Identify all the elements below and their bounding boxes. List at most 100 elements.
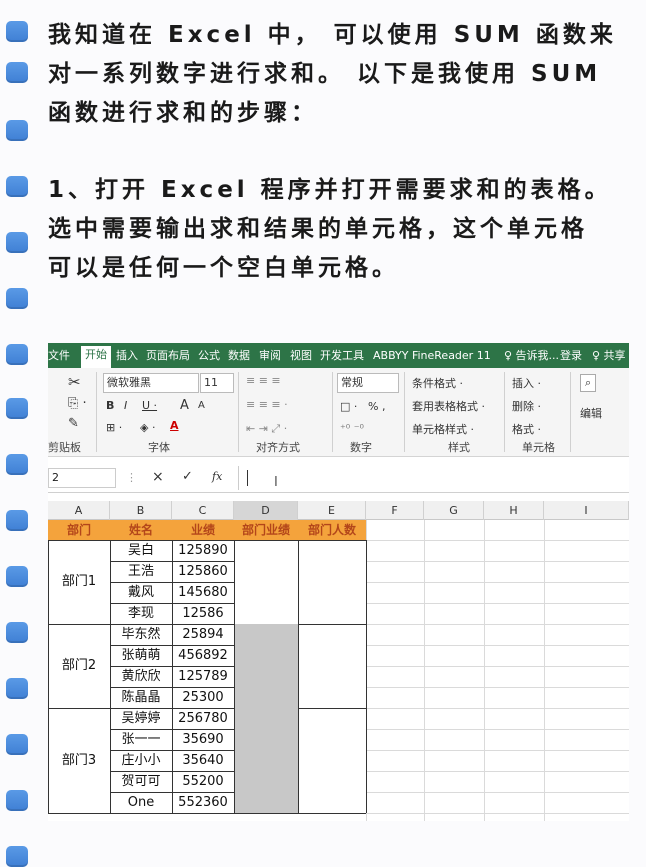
- score-cell[interactable]: 35690: [172, 729, 234, 750]
- name-box[interactable]: 2: [48, 468, 116, 488]
- cut-icon[interactable]: ✂: [68, 373, 81, 391]
- italic-button[interactable]: I: [124, 399, 127, 412]
- tab-developer[interactable]: 开发工具: [320, 347, 364, 365]
- delete-cells-button[interactable]: 删除 ·: [512, 398, 541, 414]
- login-link[interactable]: 登录: [560, 347, 582, 365]
- cell-border: [110, 729, 172, 730]
- name-cell[interactable]: 庄小小: [110, 750, 172, 771]
- score-cell[interactable]: 55200: [172, 771, 234, 792]
- border-icon[interactable]: ⊞ ·: [106, 421, 122, 434]
- align-top-icon[interactable]: ≡ ≡ ≡: [246, 374, 281, 387]
- tab-data[interactable]: 数据: [228, 347, 250, 365]
- format-painter-icon[interactable]: ✎: [68, 416, 79, 431]
- score-cell[interactable]: 125860: [172, 561, 234, 582]
- fill-color-icon[interactable]: ◈ ·: [140, 421, 155, 434]
- table-header-cell[interactable]: 业绩: [172, 520, 234, 540]
- name-cell[interactable]: 吴婷婷: [110, 708, 172, 729]
- column-header-C[interactable]: C: [172, 501, 234, 520]
- department-cell[interactable]: 部门3: [48, 708, 110, 813]
- score-cell[interactable]: 145680: [172, 582, 234, 603]
- name-cell[interactable]: One: [110, 792, 172, 813]
- search-icon[interactable]: ⌕: [580, 374, 597, 392]
- copy-icon[interactable]: ⎘ ·: [68, 396, 87, 411]
- score-cell[interactable]: 456892: [172, 645, 234, 666]
- underline-button[interactable]: U ·: [142, 399, 157, 412]
- name-cell[interactable]: 黄欣欣: [110, 666, 172, 687]
- name-cell[interactable]: 李现: [110, 603, 172, 624]
- column-header-F[interactable]: F: [366, 501, 424, 520]
- bold-button[interactable]: B: [106, 399, 114, 412]
- cancel-icon[interactable]: ×: [152, 469, 164, 485]
- department-cell[interactable]: 部门1: [48, 540, 110, 624]
- table-header-cell[interactable]: 部门人数: [298, 520, 366, 540]
- score-cell[interactable]: 25300: [172, 687, 234, 708]
- cell-border: [172, 561, 234, 562]
- name-cell[interactable]: 吴白: [110, 540, 172, 561]
- score-cell[interactable]: 552360: [172, 792, 234, 813]
- formula-input[interactable]: [238, 466, 629, 490]
- grow-font-button[interactable]: A: [180, 398, 189, 413]
- tab-view[interactable]: 视图: [290, 347, 312, 365]
- tab-formulas[interactable]: 公式: [198, 347, 220, 365]
- align-left-icon[interactable]: ≡ ≡ ≡ ·: [246, 398, 288, 411]
- indent-icon[interactable]: ⇤ ⇥ ⤢ ·: [246, 422, 287, 436]
- fx-icon[interactable]: fx: [212, 470, 222, 483]
- score-cell[interactable]: 125789: [172, 666, 234, 687]
- edit-button[interactable]: 编辑: [580, 405, 602, 421]
- font-size-select[interactable]: 11: [200, 373, 234, 393]
- tab-insert[interactable]: 插入: [116, 347, 138, 365]
- column-header-H[interactable]: H: [484, 501, 544, 520]
- department-cell[interactable]: 部门2: [48, 624, 110, 708]
- column-header-A[interactable]: A: [48, 501, 110, 520]
- name-cell[interactable]: 陈晶晶: [110, 687, 172, 708]
- number-format-select[interactable]: 常规: [337, 373, 399, 393]
- column-header-E[interactable]: E: [298, 501, 366, 520]
- score-cell[interactable]: 256780: [172, 708, 234, 729]
- font-name-select[interactable]: 微软雅黑: [103, 373, 199, 393]
- score-cell[interactable]: 125890: [172, 540, 234, 561]
- currency-button[interactable]: □ ·: [340, 400, 357, 413]
- tab-file[interactable]: 文件: [48, 347, 70, 365]
- group-border: [48, 813, 366, 814]
- excel-screenshot: 文件 开始 插入 页面布局 公式 数据 审阅 视图 开发工具 ABBYY Fin…: [48, 343, 629, 821]
- tab-page-layout[interactable]: 页面布局: [146, 347, 190, 365]
- cell-border: [234, 540, 235, 813]
- column-header-I[interactable]: I: [544, 501, 629, 520]
- shrink-font-button[interactable]: A: [198, 400, 205, 411]
- name-cell[interactable]: 张一一: [110, 729, 172, 750]
- score-cell[interactable]: 12586: [172, 603, 234, 624]
- clipboard-group-label: 剪贴板: [48, 441, 81, 454]
- text-cursor: [247, 470, 248, 486]
- percent-button[interactable]: % ,: [368, 400, 385, 413]
- conditional-format-button[interactable]: 条件格式 ·: [412, 375, 463, 391]
- table-format-button[interactable]: 套用表格格式 ·: [412, 398, 485, 414]
- name-cell[interactable]: 戴风: [110, 582, 172, 603]
- score-cell[interactable]: 25894: [172, 624, 234, 645]
- tab-review[interactable]: 审阅: [259, 347, 281, 365]
- font-color-icon[interactable]: A: [170, 419, 179, 432]
- column-header-D[interactable]: D: [234, 501, 298, 520]
- table-header-cell[interactable]: 部门业绩: [234, 520, 298, 540]
- name-cell[interactable]: 张萌萌: [110, 645, 172, 666]
- table-header-cell[interactable]: 部门: [48, 520, 110, 540]
- decimal-icon[interactable]: ⁺⁰ ⁻⁰: [340, 422, 364, 435]
- format-cells-button[interactable]: 格式 ·: [512, 421, 541, 437]
- tab-abbyy[interactable]: ABBYY FineReader 11: [373, 347, 491, 365]
- column-header-G[interactable]: G: [424, 501, 484, 520]
- tab-home[interactable]: 开始: [81, 346, 111, 368]
- table-header-cell[interactable]: 姓名: [110, 520, 172, 540]
- name-cell[interactable]: 贺可可: [110, 771, 172, 792]
- tell-me-search[interactable]: ♀ 告诉我...: [504, 347, 559, 365]
- insert-cells-button[interactable]: 插入 ·: [512, 375, 541, 391]
- name-cell[interactable]: 毕东然: [110, 624, 172, 645]
- gridline: [366, 582, 629, 583]
- enter-icon[interactable]: ✓: [182, 469, 193, 484]
- cell-border: [48, 540, 49, 813]
- name-cell[interactable]: 王浩: [110, 561, 172, 582]
- paragraph-line: 选中需要输出求和结果的单元格，这个单元格: [48, 216, 588, 242]
- share-button[interactable]: ♀ 共享: [592, 347, 626, 365]
- score-cell[interactable]: 35640: [172, 750, 234, 771]
- cell-style-button[interactable]: 单元格样式 ·: [412, 421, 474, 437]
- gridline: [366, 603, 629, 604]
- column-header-B[interactable]: B: [110, 501, 172, 520]
